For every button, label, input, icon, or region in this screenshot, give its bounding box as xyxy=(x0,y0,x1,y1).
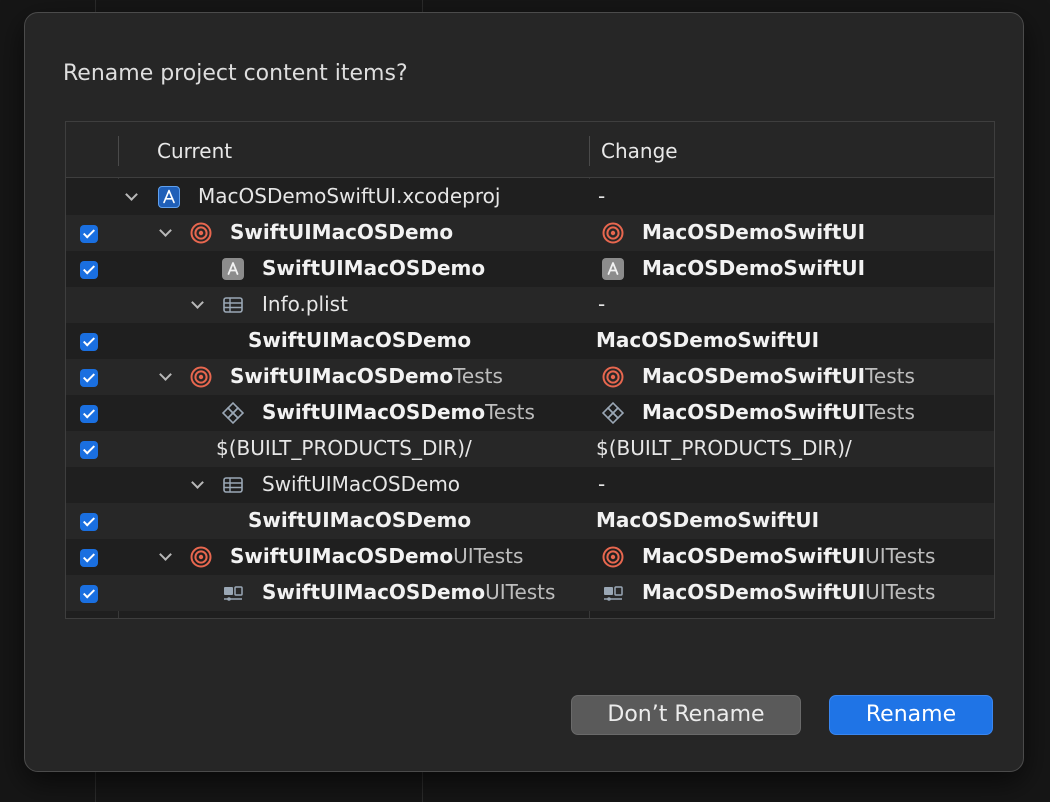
item-name: SwiftUIMacOSDemo xyxy=(230,220,454,244)
rename-dialog: Rename project content items? Current Ch… xyxy=(24,12,1024,772)
item-name: MacOSDemoSwiftUITests xyxy=(642,364,915,388)
rename-checkbox[interactable] xyxy=(80,549,98,567)
unit-test-icon xyxy=(601,401,625,425)
item-name: SwiftUIMacOSDemo xyxy=(262,256,486,280)
no-change-dash: - xyxy=(598,292,606,316)
item-name: SwiftUIMacOSDemoTests xyxy=(230,364,503,388)
table-header: Current Change xyxy=(66,122,994,178)
item-name: $(BUILT_PRODUCTS_DIR)/ xyxy=(216,436,472,460)
rename-checkbox[interactable] xyxy=(80,513,98,531)
rename-button[interactable]: Rename xyxy=(829,695,993,735)
chevron-down-icon[interactable] xyxy=(124,189,138,203)
xcodeproj-icon xyxy=(158,186,180,208)
chevron-down-icon[interactable] xyxy=(158,225,172,239)
rename-checkbox[interactable] xyxy=(80,225,98,243)
chevron-down-icon[interactable] xyxy=(158,369,172,383)
item-name: SwiftUIMacOSDemo xyxy=(248,328,472,352)
plist-icon xyxy=(222,474,244,496)
chevron-down-icon[interactable] xyxy=(190,477,204,491)
unit-test-icon xyxy=(221,401,245,425)
rename-table: Current Change MacOSDemoSwiftUI.xcodepro… xyxy=(65,121,995,619)
target-icon xyxy=(602,546,624,568)
item-name: SwiftUIMacOSDemo xyxy=(262,472,461,496)
chevron-down-icon[interactable] xyxy=(158,549,172,563)
column-header-change[interactable]: Change xyxy=(601,139,678,163)
item-name: SwiftUIMacOSDemoTests xyxy=(262,400,535,424)
table-rows: MacOSDemoSwiftUI.xcodeproj - SwiftUIMacOSD… xyxy=(66,179,994,611)
item-name: MacOSDemoSwiftUI xyxy=(642,256,866,280)
table-row[interactable]: Info.plist - xyxy=(66,287,994,323)
no-change-dash: - xyxy=(598,472,606,496)
dont-rename-button[interactable]: Don’t Rename xyxy=(571,695,801,735)
table-row[interactable]: SwiftUIMacOSDemo MacOSDemoSwiftUI xyxy=(66,215,994,251)
app-icon xyxy=(222,258,244,280)
target-icon xyxy=(190,222,212,244)
rename-checkbox[interactable] xyxy=(80,585,98,603)
table-row[interactable]: SwiftUIMacOSDemo - xyxy=(66,467,994,503)
item-name: SwiftUIMacOSDemoUITests xyxy=(262,580,556,604)
header-separator xyxy=(118,136,119,166)
column-header-current[interactable]: Current xyxy=(157,139,232,163)
item-name: SwiftUIMacOSDemoUITests xyxy=(230,544,524,568)
app-icon xyxy=(602,258,624,280)
plist-icon xyxy=(222,294,244,316)
target-icon xyxy=(602,222,624,244)
item-name: MacOSDemoSwiftUI xyxy=(596,328,820,352)
ui-test-icon xyxy=(222,582,244,604)
item-name: MacOSDemoSwiftUIUITests xyxy=(642,544,936,568)
item-name: Info.plist xyxy=(262,292,348,316)
item-name: MacOSDemoSwiftUI.xcodeproj xyxy=(198,184,501,208)
table-row[interactable]: SwiftUIMacOSDemoUITests MacOSDemoSwiftUIU… xyxy=(66,539,994,575)
item-name: MacOSDemoSwiftUIUITests xyxy=(642,580,936,604)
item-name: MacOSDemoSwiftUITests xyxy=(642,400,915,424)
table-row[interactable]: SwiftUIMacOSDemo MacOSDemoSwiftUI xyxy=(66,323,994,359)
rename-checkbox[interactable] xyxy=(80,333,98,351)
target-icon xyxy=(190,546,212,568)
rename-checkbox[interactable] xyxy=(80,441,98,459)
table-row[interactable]: $(BUILT_PRODUCTS_DIR)/ $(BUILT_PRODUCTS_D… xyxy=(66,431,994,467)
table-row[interactable]: MacOSDemoSwiftUI.xcodeproj - xyxy=(66,179,994,215)
target-icon xyxy=(190,366,212,388)
item-name: MacOSDemoSwiftUI xyxy=(596,508,820,532)
ui-test-icon xyxy=(602,582,624,604)
item-name: $(BUILT_PRODUCTS_DIR)/ xyxy=(596,436,852,460)
item-name: SwiftUIMacOSDemo xyxy=(248,508,472,532)
dialog-title: Rename project content items? xyxy=(63,61,408,86)
chevron-down-icon[interactable] xyxy=(190,297,204,311)
table-row[interactable]: SwiftUIMacOSDemoTests MacOSDemoSwiftUITes… xyxy=(66,395,994,431)
table-row[interactable]: SwiftUIMacOSDemo MacOSDemoSwiftUI xyxy=(66,251,994,287)
table-row[interactable]: SwiftUIMacOSDemoUITests MacOSDemoSwiftUIU… xyxy=(66,575,994,611)
rename-checkbox[interactable] xyxy=(80,405,98,423)
item-name: MacOSDemoSwiftUI xyxy=(642,220,866,244)
target-icon xyxy=(602,366,624,388)
table-row[interactable]: SwiftUIMacOSDemo MacOSDemoSwiftUI xyxy=(66,503,994,539)
rename-checkbox[interactable] xyxy=(80,261,98,279)
table-row[interactable]: SwiftUIMacOSDemoTests MacOSDemoSwiftUITes… xyxy=(66,359,994,395)
rename-checkbox[interactable] xyxy=(80,369,98,387)
no-change-dash: - xyxy=(598,184,606,208)
header-separator xyxy=(589,136,590,166)
